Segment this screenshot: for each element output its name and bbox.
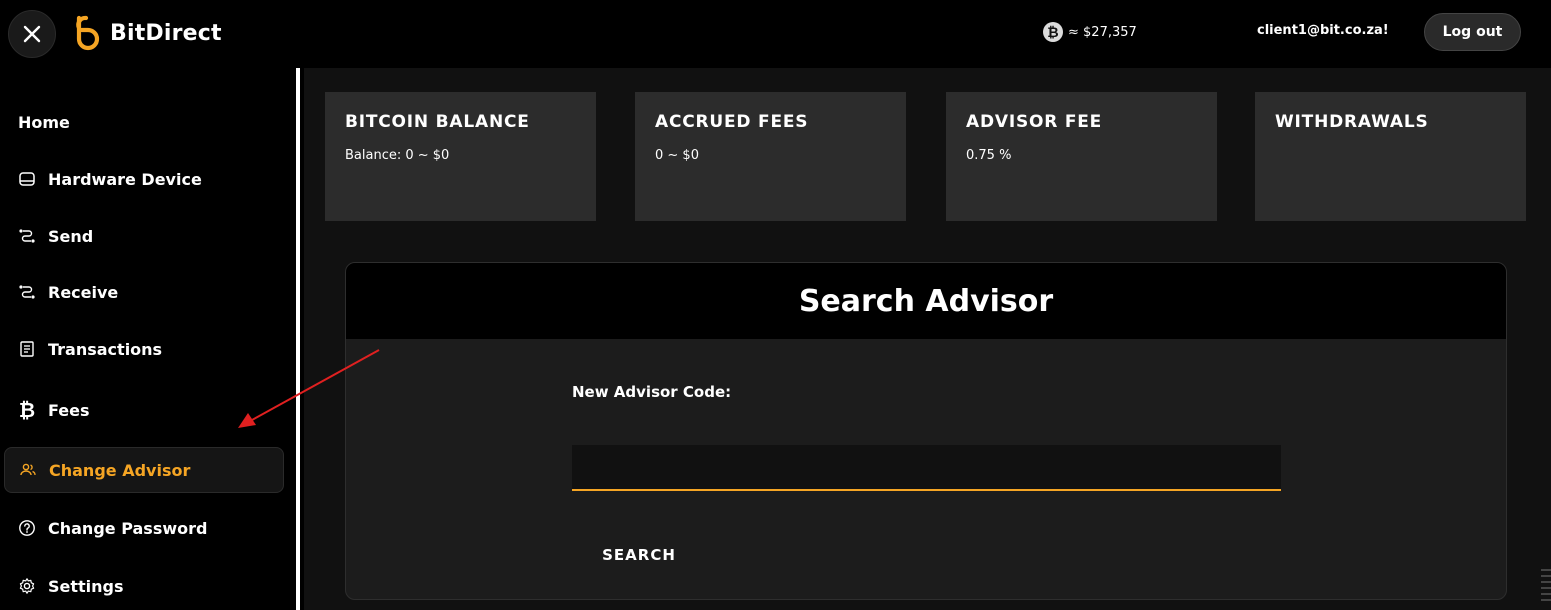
card-value: Balance: 0 ~ $0 xyxy=(345,148,450,163)
route-icon xyxy=(18,283,36,301)
sidebar-item-send[interactable]: Send xyxy=(4,213,284,259)
withdrawals-card: WITHDRAWALS xyxy=(1255,92,1526,221)
bitcoin-coin-icon: ₿ xyxy=(1043,22,1063,42)
sidebar-item-label: Send xyxy=(48,226,94,246)
card-value: 0.75 % xyxy=(966,148,1012,163)
sidebar-item-label: Receive xyxy=(48,282,119,302)
main-content: BITCOIN BALANCE Balance: 0 ~ $0 ACCRUED … xyxy=(304,68,1551,610)
sidebar-item-label: Home xyxy=(18,112,70,132)
search-advisor-panel: Search Advisor New Advisor Code: SEARCH xyxy=(345,262,1507,600)
sidebar-item-change-advisor[interactable]: Change Advisor xyxy=(4,447,284,493)
search-button[interactable]: SEARCH xyxy=(584,535,694,575)
device-icon xyxy=(18,170,36,188)
route-icon xyxy=(18,227,36,245)
gear-icon xyxy=(18,577,36,595)
resize-grip-icon[interactable] xyxy=(1541,566,1551,610)
card-title: ACCRUED FEES xyxy=(655,112,809,132)
logout-button[interactable]: Log out xyxy=(1424,13,1521,51)
sidebar-item-label: Transactions xyxy=(48,339,163,359)
accrued-fees-card: ACCRUED FEES 0 ~ $0 xyxy=(635,92,906,221)
advisor-code-label: New Advisor Code: xyxy=(572,383,732,401)
sidebar-item-label: Change Password xyxy=(48,518,208,538)
bitdirect-logo-icon xyxy=(76,15,100,51)
sidebar-item-receive[interactable]: Receive xyxy=(4,269,284,315)
card-title: WITHDRAWALS xyxy=(1275,112,1429,132)
card-value: 0 ~ $0 xyxy=(655,148,699,163)
brand-logo[interactable]: BitDirect xyxy=(72,15,222,51)
card-title: ADVISOR FEE xyxy=(966,112,1103,132)
users-icon xyxy=(19,461,37,479)
sidebar-item-label: Fees xyxy=(48,400,90,420)
sidebar-item-hardware-device[interactable]: Hardware Device xyxy=(4,156,284,202)
question-icon xyxy=(18,519,36,537)
sidebar-nav: Home Hardware Device Send Receive Transa… xyxy=(0,68,300,610)
receipt-icon xyxy=(18,340,36,358)
close-icon xyxy=(23,25,41,43)
sidebar-item-label: Hardware Device xyxy=(48,169,202,189)
sidebar-item-fees[interactable]: ₿ Fees xyxy=(4,387,284,433)
sidebar-item-label: Change Advisor xyxy=(49,460,191,480)
bitcoin-icon: ₿ xyxy=(18,397,36,422)
close-menu-button[interactable] xyxy=(8,10,56,58)
sidebar-item-home[interactable]: Home xyxy=(4,99,284,145)
sidebar-item-label: Settings xyxy=(48,576,124,596)
btc-price-indicator: ₿ ≈ $27,357 xyxy=(1043,22,1137,42)
advisor-code-input[interactable] xyxy=(572,445,1281,491)
advisor-fee-card: ADVISOR FEE 0.75 % xyxy=(946,92,1217,221)
sidebar-item-transactions[interactable]: Transactions xyxy=(4,326,284,372)
panel-title: Search Advisor xyxy=(346,263,1506,339)
top-bar: BitDirect ₿ ≈ $27,357 client1@bit.co.za!… xyxy=(0,0,1551,68)
brand-name: BitDirect xyxy=(110,20,222,46)
sidebar-item-change-password[interactable]: Change Password xyxy=(4,505,284,551)
user-email: client1@bit.co.za! xyxy=(1257,23,1389,38)
btc-price-value: ≈ $27,357 xyxy=(1068,24,1137,40)
card-title: BITCOIN BALANCE xyxy=(345,112,530,132)
bitcoin-balance-card: BITCOIN BALANCE Balance: 0 ~ $0 xyxy=(325,92,596,221)
sidebar-item-settings[interactable]: Settings xyxy=(4,563,284,609)
